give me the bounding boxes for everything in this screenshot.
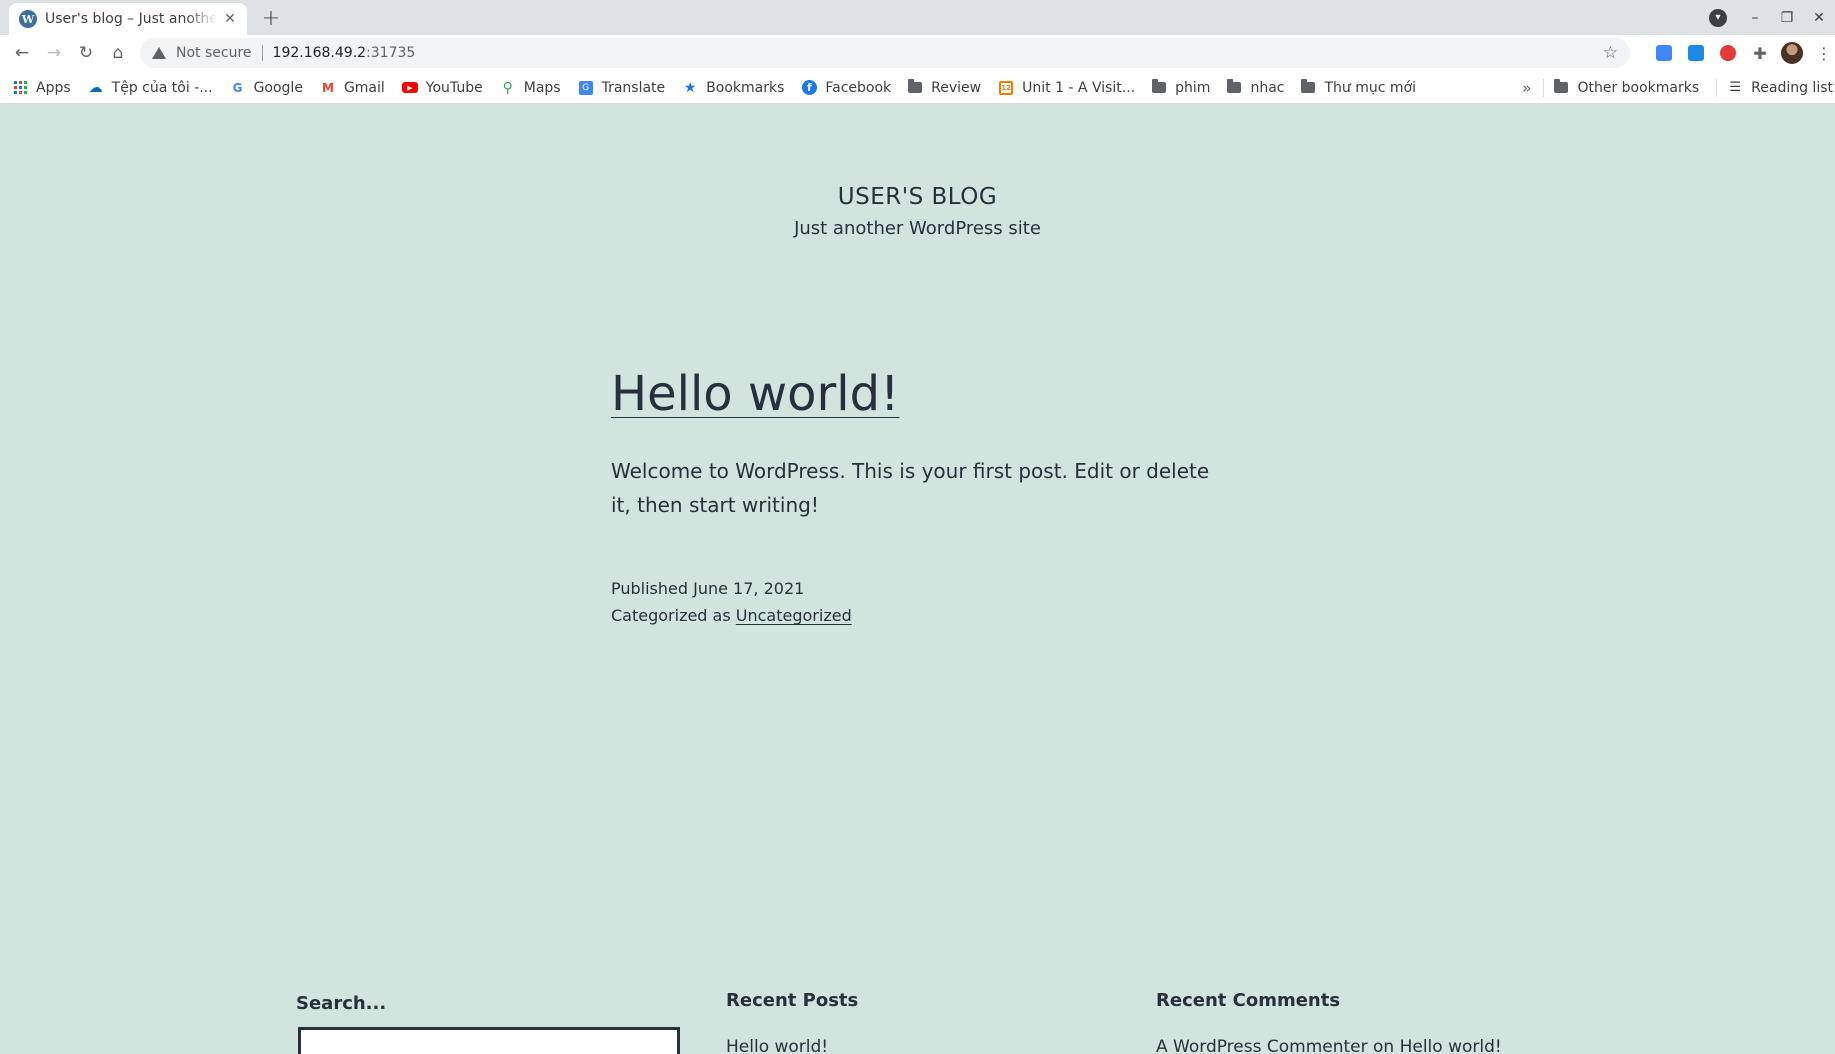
facebook-icon: f (801, 80, 817, 96)
translate-extension-icon[interactable] (1648, 35, 1680, 71)
post-title-link[interactable]: Hello world! (611, 366, 899, 422)
restore-icon[interactable]: ❐ (1771, 10, 1803, 26)
category-prefix: Categorized as (611, 606, 736, 625)
tab-strip: W User's blog – Just another WordPress s… (0, 0, 1835, 35)
star-icon: ★ (683, 79, 697, 96)
recent-posts-title: Recent Posts (726, 990, 859, 1011)
browser-chrome: W User's blog – Just another WordPress s… (0, 0, 1835, 104)
back-icon[interactable]: ← (6, 37, 38, 69)
bookmark-translate[interactable]: G Translate (578, 79, 666, 96)
post-body: Welcome to WordPress. This is your first… (611, 459, 1210, 517)
folder-icon (1554, 79, 1569, 93)
bookmark-label: Bookmarks (706, 79, 785, 96)
home-icon[interactable]: ⌂ (102, 37, 134, 69)
bookmarks-bar-right: » Other bookmarks ☰ Reading list (1522, 71, 1835, 104)
recent-post-link[interactable]: Hello world! (726, 1037, 828, 1054)
bookmark-facebook[interactable]: f Facebook (801, 80, 891, 96)
bookmark-label: Tệp của tôi -... (111, 79, 213, 96)
translate-icon: G (578, 80, 594, 96)
menu-kebab-icon[interactable]: ⋮ (1808, 35, 1835, 71)
unit-icon: 12 (998, 80, 1014, 96)
maps-icon: ⚲ (502, 79, 513, 96)
reload-icon[interactable]: ↻ (70, 37, 102, 69)
security-label[interactable]: Not secure (176, 45, 252, 61)
youtube-icon: ▶ (401, 80, 418, 96)
post-category-line: Categorized as Uncategorized (611, 602, 852, 629)
recent-comment-link[interactable]: A WordPress Commenter on Hello world! (1156, 1037, 1502, 1054)
recent-comments-title: Recent Comments (1156, 990, 1341, 1011)
extensions-area: ✚ ⋮ (1648, 35, 1835, 71)
bookmark-label: YouTube (425, 79, 483, 96)
bookmark-label: Translate (601, 79, 666, 96)
bookmark-unit1[interactable]: 12 Unit 1 - A Visit... (998, 80, 1135, 96)
close-icon[interactable]: ✕ (221, 10, 239, 28)
address-bar[interactable]: Not secure 192.168.49.2:31735 ☆ (140, 38, 1630, 68)
warning-icon (152, 47, 166, 59)
bookmark-gmail[interactable]: M Gmail (320, 80, 385, 96)
bookmark-maps[interactable]: ⚲ Maps (500, 80, 561, 96)
window-controls: ▾ – ❐ ✕ (1709, 0, 1835, 35)
browser-toolbar: ← → ↻ ⌂ Not secure 192.168.49.2:31735 ☆ … (0, 35, 1835, 71)
minimize-icon[interactable]: – (1739, 10, 1771, 26)
more-bookmarks-chevron-icon[interactable]: » (1522, 79, 1531, 97)
folder-icon (1227, 79, 1242, 93)
drop-extension-icon[interactable] (1680, 35, 1712, 71)
post-published-date: Published June 17, 2021 (611, 579, 805, 598)
onedrive-icon: ☁ (88, 79, 103, 96)
bookmark-label: Thư mục mới (1324, 79, 1416, 96)
bookmark-folder-nhac[interactable]: nhac (1227, 79, 1285, 96)
bookmark-label: Unit 1 - A Visit... (1022, 79, 1136, 96)
bookmark-label: Facebook (825, 79, 892, 96)
extensions-puzzle-icon[interactable]: ✚ (1744, 35, 1776, 71)
omnibox-separator (261, 45, 263, 61)
bookmark-folder-new[interactable]: Thư mục mới (1301, 79, 1416, 96)
bookmark-apps[interactable]: Apps (12, 80, 71, 96)
bookmark-star-icon[interactable]: ☆ (1603, 43, 1618, 63)
site-description: Just another WordPress site (794, 218, 1041, 239)
bookmark-label: Other bookmarks (1577, 79, 1700, 96)
reading-list-icon: ☰ (1729, 80, 1741, 95)
gmail-icon: M (321, 80, 334, 95)
bookmark-bookmarks[interactable]: ★ Bookmarks (682, 79, 785, 96)
bookmark-google[interactable]: G Google (230, 80, 303, 96)
bookmarks-divider (1716, 78, 1718, 97)
bookmark-label: Gmail (343, 79, 385, 96)
folder-icon (908, 79, 923, 93)
site-title[interactable]: USER'S BLOG (0, 184, 1835, 210)
bookmark-folder-phim[interactable]: phim (1152, 79, 1211, 96)
bookmark-other[interactable]: Other bookmarks (1554, 79, 1700, 96)
bookmark-label: Review (931, 79, 982, 96)
folder-icon (1301, 79, 1316, 93)
new-tab-button[interactable]: + (258, 5, 284, 31)
reading-list-button[interactable]: ☰ Reading list (1727, 80, 1833, 96)
folder-icon (1152, 79, 1167, 93)
bookmarks-bar: Apps ☁ Tệp của tôi -... G Google M Gmail… (0, 71, 1835, 104)
opera-extension-icon[interactable] (1712, 35, 1744, 71)
post-meta: Published June 17, 2021 Categorized as U… (611, 575, 852, 629)
tab-active[interactable]: W User's blog – Just another WordPress s… (9, 3, 247, 35)
blog-page: USER'S BLOG Just another WordPress site … (0, 104, 1835, 1054)
forward-icon[interactable]: → (38, 37, 70, 69)
google-icon: G (232, 80, 243, 95)
wordpress-favicon-icon: W (19, 10, 37, 28)
search-input[interactable] (298, 1027, 680, 1054)
search-widget-label: Search... (296, 993, 387, 1014)
profile-avatar[interactable] (1776, 35, 1808, 71)
bookmark-label: Apps (36, 79, 71, 96)
tab-search-icon[interactable]: ▾ (1709, 8, 1727, 27)
bookmark-label: Reading list (1751, 79, 1833, 96)
tab-title: User's blog – Just another WordPress sit… (45, 11, 217, 27)
bookmark-youtube[interactable]: ▶ YouTube (401, 79, 483, 96)
bookmark-label: phim (1175, 79, 1211, 96)
window-close-icon[interactable]: ✕ (1803, 10, 1835, 26)
url-text[interactable]: 192.168.49.2:31735 (273, 45, 416, 61)
bookmark-folder-review[interactable]: Review (908, 79, 982, 96)
category-link[interactable]: Uncategorized (736, 606, 852, 625)
bookmark-label: nhac (1250, 79, 1285, 96)
bookmarks-divider (1543, 78, 1545, 97)
bookmark-onedrive[interactable]: ☁ Tệp của tôi -... (88, 80, 213, 96)
apps-grid-icon (12, 80, 28, 96)
bookmark-label: Maps (523, 79, 561, 96)
bookmark-label: Google (253, 79, 303, 96)
